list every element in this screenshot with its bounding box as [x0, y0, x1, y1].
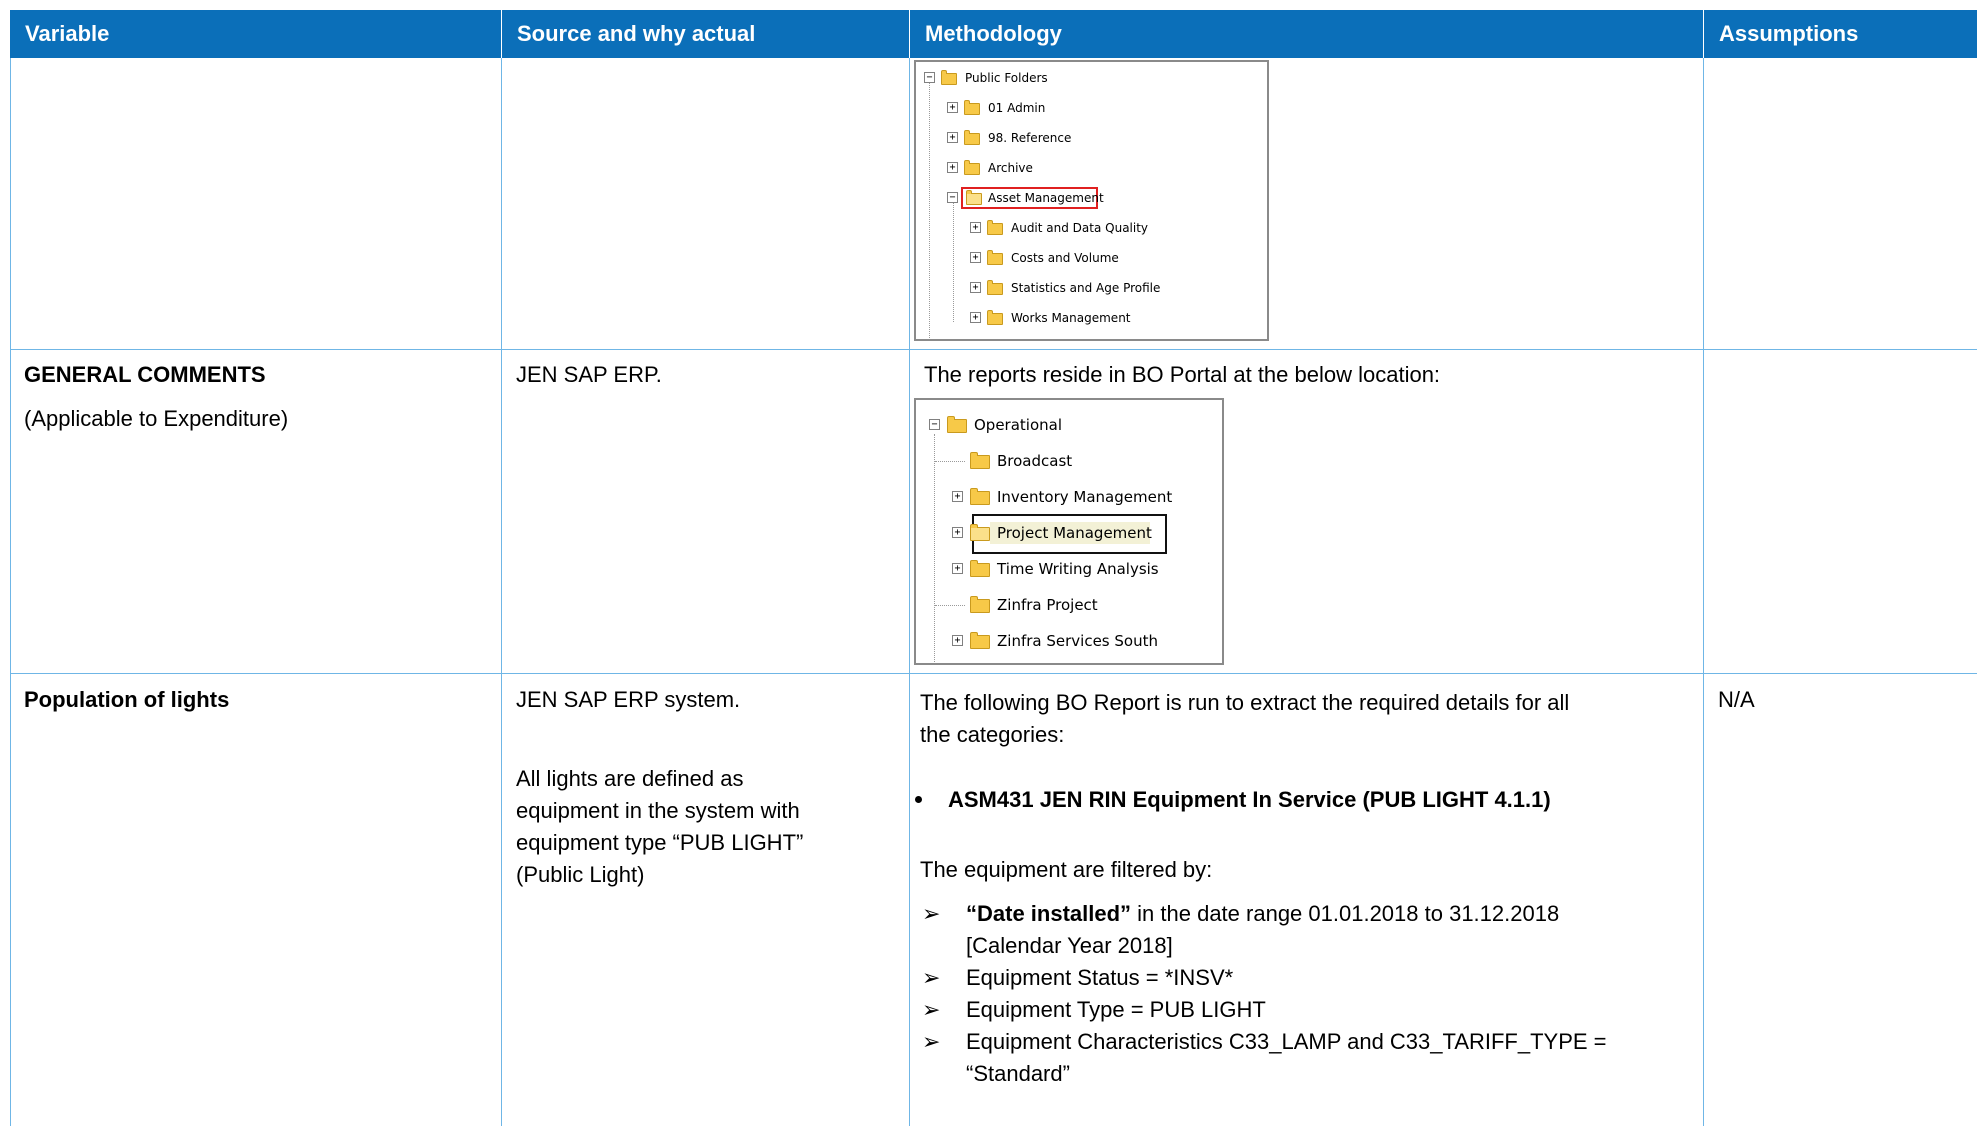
- method-intro-line: The following BO Report is run to extrac…: [920, 690, 1570, 715]
- filter-item: “Date installed” in the date range 01.01…: [952, 898, 1702, 930]
- folder-icon: [970, 488, 990, 505]
- expand-icon: +: [947, 102, 958, 113]
- header-source: Source and why actual: [517, 21, 756, 46]
- expand-icon: +: [970, 282, 981, 293]
- filter-field-bold: “Date installed”: [966, 901, 1132, 926]
- folder-icon: [964, 130, 980, 145]
- expand-icon: +: [947, 162, 958, 173]
- tree-child-label: Costs and Volume: [1011, 251, 1119, 265]
- tree-item-label: Time Writing Analysis: [997, 560, 1159, 578]
- expand-icon: +: [952, 527, 963, 538]
- bullet-icon: [915, 796, 922, 803]
- open-folder-icon: [970, 524, 990, 541]
- open-folder-icon: [966, 190, 982, 205]
- assumption-text: N/A: [1718, 687, 1755, 712]
- header-assumptions: Assumptions: [1719, 21, 1859, 46]
- folder-icon: [987, 310, 1003, 325]
- expand-icon: +: [947, 132, 958, 143]
- expand-icon: +: [952, 563, 963, 574]
- expand-icon: +: [970, 312, 981, 323]
- variable-general-comments: GENERAL COMMENTS: [24, 362, 266, 387]
- source-text: JEN SAP ERP.: [516, 362, 662, 387]
- header-variable: Variable: [25, 21, 110, 46]
- source-para-line: (Public Light): [516, 862, 645, 887]
- filter-item-cont: [Calendar Year 2018]: [966, 933, 1173, 958]
- folder-icon: [970, 452, 990, 469]
- tree-child-label: Works Management: [1011, 311, 1131, 325]
- tree-root-label: Public Folders: [965, 71, 1048, 85]
- report-name: ASM431 JEN RIN Equipment In Service (PUB…: [948, 787, 1551, 812]
- folder-tree-screenshot: − Public Folders + 01 Admin + 98. Refere…: [914, 60, 1269, 341]
- folder-icon: [964, 160, 980, 175]
- tree-item-label-highlighted: Asset Management: [988, 191, 1104, 205]
- expand-icon: +: [952, 491, 963, 502]
- expand-icon: +: [952, 635, 963, 646]
- folder-icon: [947, 416, 967, 433]
- source-para-line: equipment in the system with: [516, 798, 800, 823]
- folder-tree-screenshot: − Operational Broadcast + Inventory Mana…: [914, 398, 1224, 665]
- folder-icon: [941, 70, 957, 85]
- source-text: JEN SAP ERP system.: [516, 687, 741, 712]
- methodology-table: Variable Source and why actual Methodolo…: [10, 10, 1977, 1126]
- table-header: Variable Source and why actual Methodolo…: [10, 10, 1977, 58]
- tree-child-label: Statistics and Age Profile: [1011, 281, 1161, 295]
- filter-item: Equipment Type = PUB LIGHT: [966, 997, 1266, 1022]
- collapse-icon: −: [947, 192, 958, 203]
- variable-subtitle: (Applicable to Expenditure): [24, 406, 289, 431]
- variable-population-of-lights: Population of lights: [24, 687, 230, 712]
- expand-icon: +: [970, 252, 981, 263]
- header-methodology: Methodology: [925, 21, 1062, 46]
- arrow-bullet-icon: ➢: [922, 1029, 941, 1054]
- tree-item-label: Zinfra Project: [997, 596, 1098, 614]
- expand-icon: +: [970, 222, 981, 233]
- folder-icon: [970, 560, 990, 577]
- tree-item-label: Zinfra Services South: [997, 632, 1158, 650]
- folder-icon: [987, 250, 1003, 265]
- tree-item-label: Inventory Management: [997, 488, 1173, 506]
- tree-item-label: 98. Reference: [988, 131, 1072, 145]
- folder-icon: [970, 632, 990, 649]
- collapse-icon: −: [929, 419, 940, 430]
- tree-item-label-highlighted: Project Management: [997, 524, 1152, 542]
- folder-icon: [970, 596, 990, 613]
- filter-item: Equipment Characteristics C33_LAMP and C…: [966, 1029, 1607, 1054]
- filter-item: Equipment Status = *INSV*: [966, 965, 1234, 990]
- tree-item-label: Broadcast: [997, 452, 1073, 470]
- folder-icon: [964, 100, 980, 115]
- arrow-bullet-icon: ➢: [922, 901, 941, 926]
- method-intro-line: the categories:: [920, 722, 1065, 747]
- filter-field-rest: in the date range 01.01.2018 to 31.12.20…: [1131, 901, 1560, 926]
- collapse-icon: −: [924, 72, 935, 83]
- tree-item-label: 01 Admin: [988, 101, 1046, 115]
- filter-intro: The equipment are filtered by:: [920, 857, 1213, 882]
- methodology-intro: The reports reside in BO Portal at the b…: [924, 362, 1441, 387]
- folder-icon: [987, 280, 1003, 295]
- source-para-line: All lights are defined as: [516, 766, 744, 791]
- tree-item-label: Archive: [988, 161, 1033, 175]
- source-para-line: equipment type “PUB LIGHT”: [516, 830, 804, 855]
- folder-icon: [987, 220, 1003, 235]
- filter-item-cont: “Standard”: [966, 1061, 1070, 1086]
- tree-root-label: Operational: [974, 416, 1063, 434]
- arrow-bullet-icon: ➢: [922, 997, 941, 1022]
- tree-child-label: Audit and Data Quality: [1011, 221, 1149, 235]
- arrow-bullet-icon: ➢: [922, 965, 941, 990]
